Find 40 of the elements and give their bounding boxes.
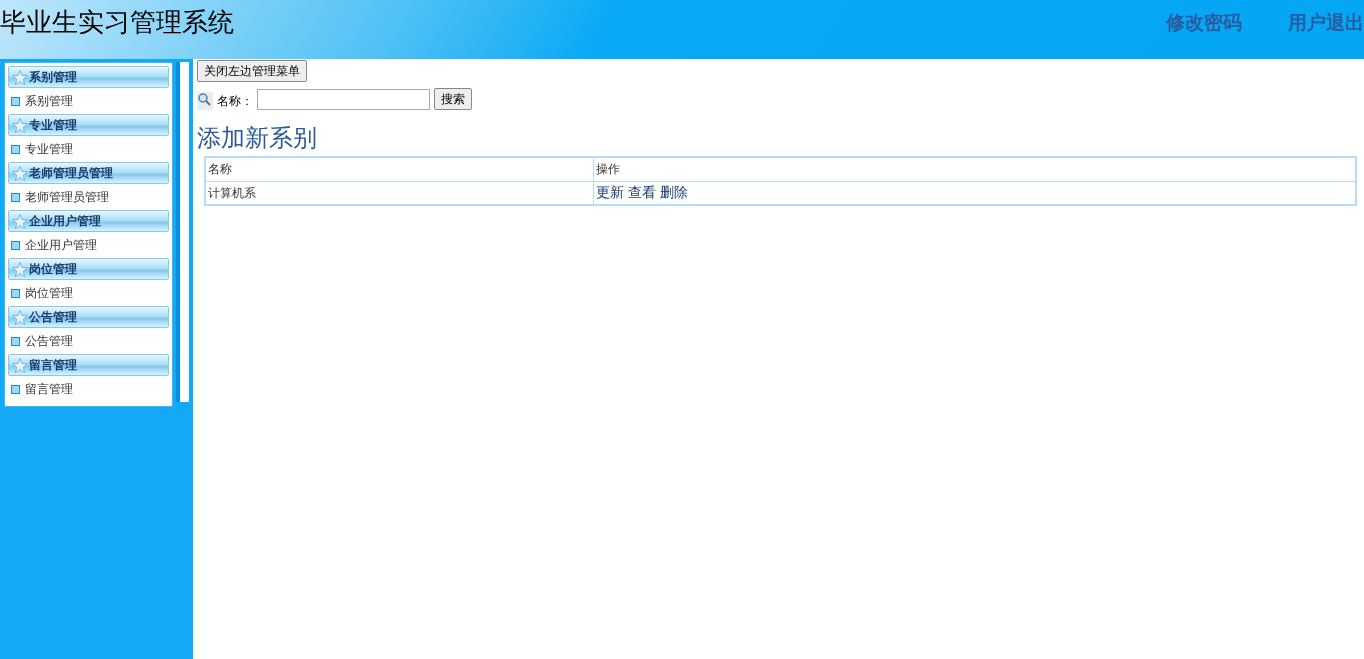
square-bullet-icon xyxy=(11,336,20,346)
menu-item[interactable]: 企业用户管理 xyxy=(25,236,97,254)
square-bullet-icon xyxy=(11,384,20,394)
app-title: 毕业生实习管理系统 xyxy=(0,6,234,39)
star-icon xyxy=(12,261,28,277)
menu-item[interactable]: 老师管理员管理 xyxy=(25,188,109,206)
search-button[interactable]: 搜索 xyxy=(434,88,472,110)
menu-group-header[interactable]: 系别管理 xyxy=(8,66,169,88)
menu-item[interactable]: 专业管理 xyxy=(25,140,73,158)
menu-item[interactable]: 留言管理 xyxy=(25,380,73,398)
menu-group-header[interactable]: 岗位管理 xyxy=(8,258,169,280)
table-cell: 计算机系 xyxy=(205,181,593,205)
close-menu-button[interactable]: 关闭左边管理菜单 xyxy=(197,60,307,82)
search-icon xyxy=(197,92,213,110)
menu-group-header[interactable]: 留言管理 xyxy=(8,354,169,376)
menu-group-header[interactable]: 专业管理 xyxy=(8,114,169,136)
menu-item[interactable]: 系别管理 xyxy=(25,92,73,110)
star-icon xyxy=(12,165,28,181)
star-icon xyxy=(12,69,28,85)
search-label: 名称： xyxy=(217,93,253,110)
square-bullet-icon xyxy=(11,288,20,298)
menu-item[interactable]: 公告管理 xyxy=(25,332,73,350)
square-bullet-icon xyxy=(11,144,20,154)
square-bullet-icon xyxy=(11,96,20,106)
star-icon xyxy=(12,117,28,133)
action-link[interactable]: 删除 xyxy=(659,182,688,204)
star-icon xyxy=(12,309,28,325)
page-heading: 添加新系别 xyxy=(197,123,317,154)
menu-group-header[interactable]: 老师管理员管理 xyxy=(8,162,169,184)
star-icon xyxy=(12,357,28,373)
name-input-field[interactable] xyxy=(257,89,430,110)
menu-group-header[interactable]: 企业用户管理 xyxy=(8,210,169,232)
star-icon xyxy=(12,213,28,229)
square-bullet-icon xyxy=(11,192,20,202)
menu-group-header[interactable]: 公告管理 xyxy=(8,306,169,328)
action-link[interactable]: 更新 xyxy=(595,182,624,204)
square-bullet-icon xyxy=(11,240,20,250)
menu-item[interactable]: 岗位管理 xyxy=(25,284,73,302)
column-header: 名称 xyxy=(205,157,593,181)
action-link[interactable]: 查看 xyxy=(627,182,656,204)
